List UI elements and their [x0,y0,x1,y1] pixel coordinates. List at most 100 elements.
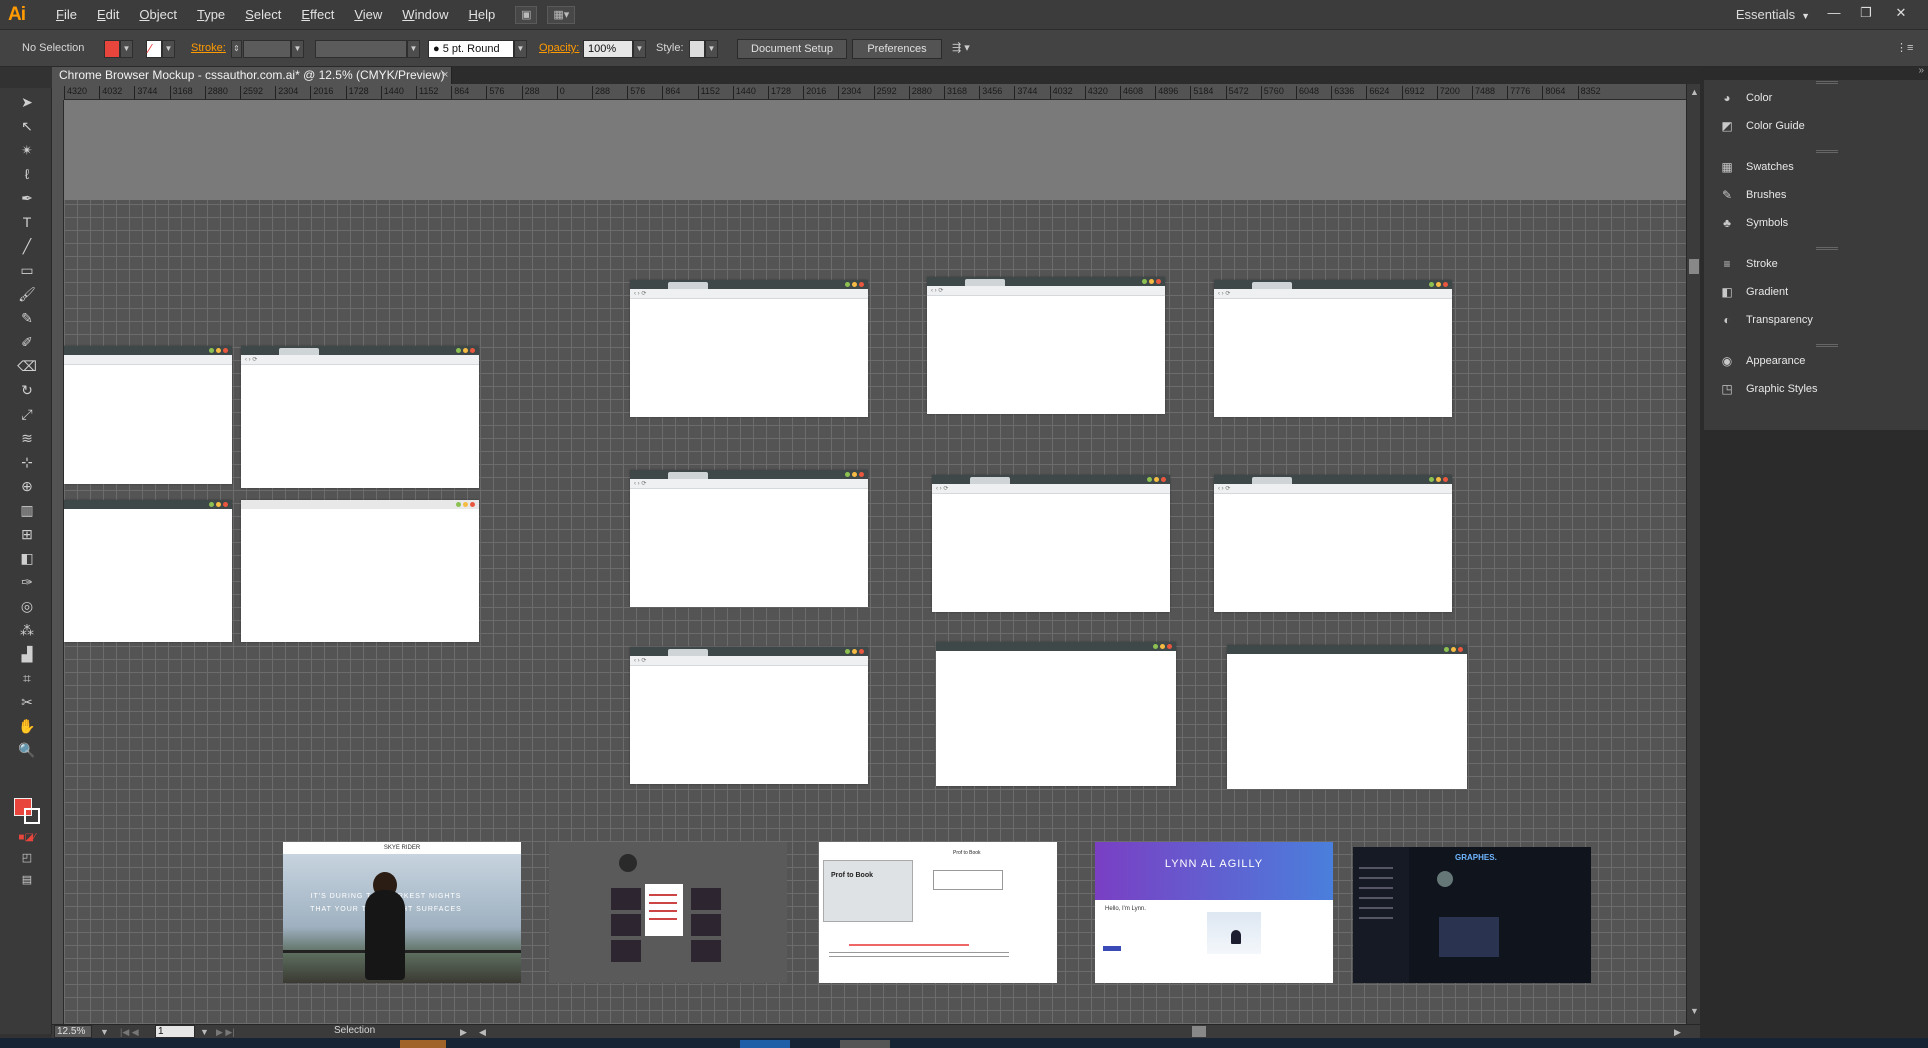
column-graph-tool-icon[interactable]: ▟ [16,644,38,664]
panel-brushes[interactable]: ✎ Brushes [1718,185,1786,205]
opacity-label[interactable]: Opacity: [539,40,579,57]
panel-grip[interactable] [1816,344,1838,347]
lasso-tool-icon[interactable]: ℓ [16,164,38,184]
status-menu-icon[interactable]: ▶ [460,1027,467,1038]
panel-symbols[interactable]: ♣ Symbols [1718,213,1788,233]
eraser-tool-icon[interactable]: ⌫ [16,356,38,376]
magic-wand-tool-icon[interactable]: ✴ [16,140,38,160]
gradient-tool-icon[interactable]: ◧ [16,548,38,568]
preferences-button[interactable]: Preferences [852,39,942,59]
panel-menu-icon[interactable]: ⋮≡ [1896,40,1913,57]
menu-file[interactable]: File [46,0,87,29]
browser-mockup[interactable]: ‹ › ⟳ [1214,475,1452,612]
browser-mockup[interactable]: ‹ › ⟳ [630,470,868,607]
panel-transparency[interactable]: ◐ Transparency [1718,310,1812,330]
vertical-scroll-thumb[interactable] [1689,259,1699,274]
artboard-tool-icon[interactable]: ⌗ [16,668,38,688]
panel-appearance[interactable]: ◉ Appearance [1718,351,1806,371]
zoom-tool-icon[interactable]: 🔍 [16,740,38,760]
browser-mockup[interactable]: ‹ › ⟳ [1214,280,1452,417]
collapse-panels-icon[interactable]: » [1918,65,1924,76]
type-tool-icon[interactable]: T [16,212,38,232]
stroke-weight-stepper[interactable]: ⇕ [231,40,242,58]
last-artboard-icon[interactable]: ▶ ▶| [216,1027,235,1038]
taskbar-app[interactable] [840,1040,890,1048]
thumbnail-skye-rider[interactable]: SKYE RIDER IT'S DURING THE DARKEST NIGHT… [283,842,521,983]
menu-effect[interactable]: Effect [291,0,344,29]
browser-mockup[interactable]: ‹ › ⟳ [932,475,1170,612]
browser-mockup[interactable] [936,642,1176,786]
browser-mockup[interactable] [64,346,232,484]
fill-swatch[interactable] [104,40,120,58]
color-mode-icons[interactable]: ■◪⁄ [16,828,38,848]
artboard-number-field[interactable]: 1 [155,1025,195,1038]
canvas[interactable]: ‹ › ⟳ ‹ › ⟳ ‹ › ⟳ ‹ › ⟳ ‹ › ⟳ ‹ › ⟳ ‹ › … [64,100,1686,1024]
slice-tool-icon[interactable]: ✂ [16,692,38,712]
pencil-tool-icon[interactable]: ✎ [16,308,38,328]
opacity-dropdown[interactable]: ▼ [633,40,646,58]
direct-selection-tool-icon[interactable]: ↖ [16,116,38,136]
shape-builder-tool-icon[interactable]: ⊕ [16,476,38,496]
scroll-right-icon[interactable]: ▶ [1674,1027,1681,1038]
scroll-up-icon[interactable]: ▲ [1690,87,1699,97]
screen-mode-icon[interactable]: ▤ [16,870,38,890]
horizontal-scrollbar[interactable] [492,1027,1672,1036]
blend-tool-icon[interactable]: ◎ [16,596,38,616]
panel-swatches[interactable]: ▦ Swatches [1718,157,1793,177]
horizontal-ruler[interactable]: 4320 4032 3744 3168 2880 2592 2304 2016 1728 1440… [64,84,1686,100]
brush-dropdown[interactable]: ▼ [514,40,527,58]
thumbnail-prof-to-book[interactable]: Prof to Book Prof to Book [819,842,1057,983]
menu-select[interactable]: Select [235,0,291,29]
menu-type[interactable]: Type [187,0,235,29]
first-artboard-icon[interactable]: |◀ ◀ [120,1027,139,1038]
selection-tool-icon[interactable]: ➤ [16,92,38,112]
taskbar-app[interactable] [400,1040,446,1048]
hand-tool-icon[interactable]: ✋ [16,716,38,736]
thumbnail-lynn[interactable]: LYNN AL AGILLY Hello, I'm Lynn. [1095,842,1333,983]
bridge-button[interactable]: ▣ [515,5,538,24]
rectangle-tool-icon[interactable]: ▭ [16,260,38,280]
pen-tool-icon[interactable]: ✒ [16,188,38,208]
mesh-tool-icon[interactable]: ⊞ [16,524,38,544]
perspective-grid-tool-icon[interactable]: ▥ [16,500,38,520]
style-dropdown[interactable]: ▼ [705,40,718,58]
workspace-switcher[interactable]: Essentials ▼ [1736,0,1810,31]
restore-button[interactable]: ❐ [1855,4,1877,22]
scroll-left-icon[interactable]: ◀ [479,1027,486,1038]
zoom-field[interactable]: 12.5% [54,1025,92,1038]
paintbrush-tool-icon[interactable]: 🖌 [16,284,38,304]
line-tool-icon[interactable]: ╱ [16,236,38,256]
browser-mockup[interactable]: ‹ › ⟳ [630,647,868,784]
thumbnail-gallery[interactable] [549,842,787,983]
zoom-dropdown-icon[interactable]: ▼ [100,1027,109,1037]
menu-edit[interactable]: Edit [87,0,129,29]
arrange-options-icon[interactable]: ⇶ ▾ [952,40,970,57]
menu-view[interactable]: View [344,0,392,29]
vertical-scrollbar[interactable]: ▲ ▼ [1686,84,1700,1024]
menu-object[interactable]: Object [129,0,187,29]
eyedropper-tool-icon[interactable]: ✑ [16,572,38,592]
scroll-down-icon[interactable]: ▼ [1690,1006,1699,1016]
panel-stroke[interactable]: ≡ Stroke [1718,254,1777,274]
thumbnail-dark-dashboard[interactable]: GRAPHES. [1353,847,1591,983]
close-tab-icon[interactable]: × [442,67,448,84]
stroke-label[interactable]: Stroke: [191,40,226,57]
arrange-documents-button[interactable]: ▦▾ [547,5,576,24]
minimize-button[interactable]: — [1823,4,1845,22]
document-setup-button[interactable]: Document Setup [737,39,847,59]
drawing-mode-icon[interactable]: ◰ [16,848,38,868]
fill-dropdown[interactable]: ▼ [120,40,133,58]
vertical-ruler[interactable] [52,100,64,1024]
opacity-field[interactable]: 100% [583,40,633,58]
browser-mockup[interactable] [64,500,232,642]
stroke-color-icon[interactable] [24,808,40,824]
blob-brush-tool-icon[interactable]: ✐ [16,332,38,352]
graphic-style-swatch[interactable] [689,40,705,58]
warp-tool-icon[interactable]: ≋ [16,428,38,448]
menu-window[interactable]: Window [392,0,458,29]
browser-mockup[interactable]: ‹ › ⟳ [927,277,1165,414]
panel-grip[interactable] [1816,150,1838,153]
rotate-tool-icon[interactable]: ↻ [16,380,38,400]
panel-color[interactable]: ◕ Color [1718,88,1772,108]
panel-grip[interactable] [1816,81,1838,84]
